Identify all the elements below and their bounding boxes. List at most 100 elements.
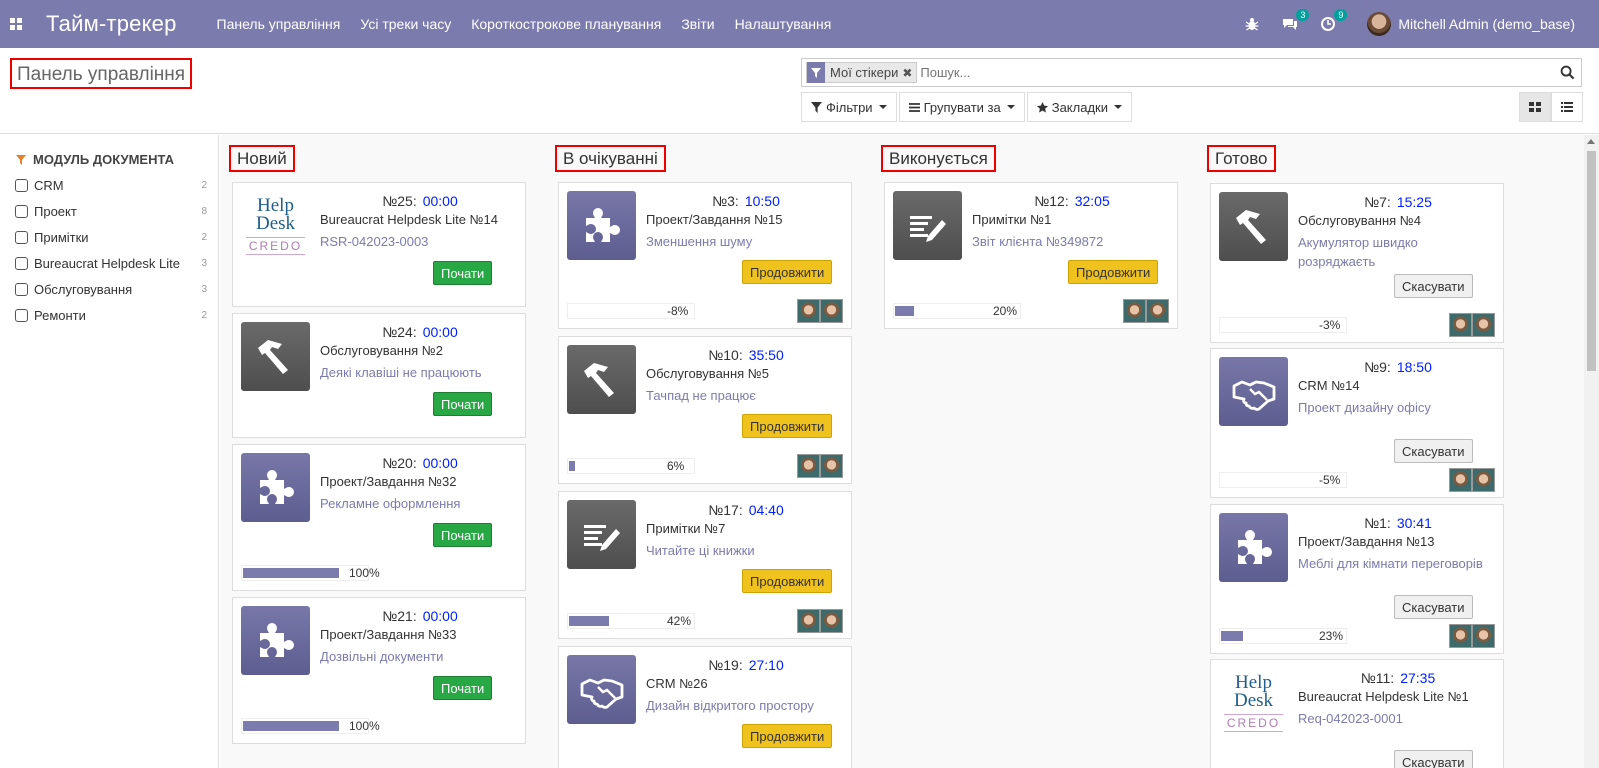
continue-button[interactable]: Продовжити: [742, 260, 833, 284]
search-input[interactable]: [920, 65, 1553, 80]
assignee-avatars: [797, 609, 844, 633]
search-facet: Мої стікери ✖: [806, 62, 918, 83]
favorites-button[interactable]: Закладки: [1026, 92, 1132, 122]
scroll-thumb[interactable]: [1587, 151, 1596, 371]
kanban-card[interactable]: №24: 00:00 Обслуговування №2 Деякі клавіші …: [232, 313, 526, 438]
avatar: [1123, 299, 1146, 323]
card-description[interactable]: Звіт клієнта №349872: [972, 232, 1172, 251]
card-description[interactable]: Проект дизайну офісу: [1298, 398, 1498, 417]
filters-button[interactable]: Фільтри: [801, 92, 897, 122]
card-description[interactable]: RSR-042023-0003: [320, 232, 520, 251]
checkbox[interactable]: [15, 282, 28, 296]
apps-menu-icon[interactable]: [0, 0, 32, 48]
kanban-card[interactable]: Help Desk CREDO №25: 00:00 Bureaucrat Helpdes…: [232, 182, 526, 307]
card-timer: 00:00: [422, 324, 458, 340]
kanban-card[interactable]: №1: 30:41 Проект/Завдання №13 Меблі для кім…: [1210, 504, 1504, 654]
assignee-avatars: [797, 299, 844, 323]
avatar: [797, 454, 820, 478]
caret-down-icon: [878, 105, 887, 109]
card-document: Bureaucrat Helpdesk Lite №1: [1298, 689, 1469, 704]
kanban-card[interactable]: №3: 10:50 Проект/Завдання №15 Зменшення шум…: [558, 182, 852, 329]
checkbox[interactable]: [15, 230, 28, 244]
puzzle-icon: [1219, 513, 1288, 582]
continue-button[interactable]: Продовжити: [1068, 260, 1159, 284]
avatar: [1472, 313, 1495, 337]
kanban-view-button[interactable]: [1519, 92, 1551, 122]
kanban-card[interactable]: №19: 27:10 CRM №26 Дизайн відкритого просто…: [558, 646, 852, 768]
checkbox[interactable]: [15, 178, 28, 192]
cancel-button[interactable]: Скасувати: [1394, 274, 1473, 298]
checkbox[interactable]: [15, 256, 28, 270]
card-timer: 00:00: [422, 193, 458, 209]
logo-subtext: CREDO: [1223, 713, 1284, 732]
card-description[interactable]: Рекламне оформлення: [320, 494, 520, 513]
kanban-card[interactable]: №21: 00:00 Проект/Завдання №33 Дозвільні до…: [232, 597, 526, 744]
progress-percent: -8%: [667, 304, 689, 318]
search-icon[interactable]: [1553, 65, 1581, 80]
card-description[interactable]: Тачпад не працює: [646, 386, 846, 405]
avatar: [797, 609, 820, 633]
continue-button[interactable]: Продовжити: [742, 724, 833, 748]
cancel-button[interactable]: Скасувати: [1394, 439, 1473, 463]
avatar: [820, 454, 843, 478]
facet-close-icon[interactable]: ✖: [902, 66, 916, 80]
scrollbar[interactable]: [1584, 135, 1599, 768]
start-button[interactable]: Почати: [433, 261, 493, 285]
scroll-up-arrow-icon[interactable]: [1587, 139, 1595, 144]
filter-helpdesk[interactable]: Bureaucrat Helpdesk Lite 3: [15, 253, 207, 273]
assignee-avatars: [1449, 624, 1496, 648]
checkbox[interactable]: [15, 308, 28, 322]
bug-icon[interactable]: [1243, 15, 1261, 33]
kanban-card[interactable]: №12: 32:05 Примітки №1 Звіт клієнта №349872…: [884, 182, 1178, 329]
user-menu[interactable]: Mitchell Admin (demo_base): [1367, 12, 1575, 36]
card-description[interactable]: Меблі для кімнати переговорів: [1298, 554, 1498, 573]
menu-short-planning[interactable]: Короткострокове планування: [471, 16, 661, 32]
card-number: №7:: [1364, 194, 1391, 210]
continue-button[interactable]: Продовжити: [742, 414, 833, 438]
menu-dashboard[interactable]: Панель управління: [217, 16, 341, 32]
card-description[interactable]: Акумулятор швидко розряджаєть: [1298, 233, 1498, 271]
card-description[interactable]: Деякі клавіші не працюють: [320, 363, 520, 382]
card-description[interactable]: Зменшення шуму: [646, 232, 846, 251]
cancel-button[interactable]: Скасувати: [1394, 595, 1473, 619]
menu-all-timesheets[interactable]: Усі треки часу: [360, 16, 451, 32]
list-view-button[interactable]: [1551, 92, 1583, 122]
card-description[interactable]: Дизайн відкритого простору: [646, 696, 846, 715]
activities-badge: 9: [1334, 9, 1348, 21]
kanban-card[interactable]: Help Desk CREDO №11: 27:35 Bureaucrat Helpdes…: [1210, 659, 1504, 768]
filter-icon: [807, 62, 825, 83]
start-button[interactable]: Почати: [433, 523, 493, 547]
card-timer: 32:05: [1074, 193, 1110, 209]
menu-settings[interactable]: Налаштування: [735, 16, 832, 32]
card-timer: 35:50: [748, 347, 784, 363]
filter-maintenance[interactable]: Обслуговування 3: [15, 279, 207, 299]
start-button[interactable]: Почати: [433, 676, 493, 700]
filter-project[interactable]: Проект 8: [15, 201, 207, 221]
hammer-icon: [1219, 192, 1288, 261]
messages-icon[interactable]: 3: [1281, 9, 1310, 33]
filter-label: Ремонти: [34, 307, 86, 323]
continue-button[interactable]: Продовжити: [742, 569, 833, 593]
activities-clock-icon[interactable]: 9: [1319, 9, 1348, 33]
filter-crm[interactable]: CRM 2: [15, 175, 207, 195]
menu-reports[interactable]: Звіти: [681, 16, 714, 32]
card-description[interactable]: Req-042023-0001: [1298, 709, 1498, 728]
groupby-button[interactable]: Групувати за: [898, 92, 1025, 122]
progress-percent: -5%: [1319, 473, 1341, 487]
top-navbar: Тайм-трекер Панель управління Усі треки …: [0, 0, 1599, 48]
cancel-button[interactable]: Скасувати: [1394, 750, 1473, 768]
filter-notes[interactable]: Примітки 2: [15, 227, 207, 247]
card-description[interactable]: Дозвільні документи: [320, 647, 520, 666]
card-description[interactable]: Читайте ці книжки: [646, 541, 846, 560]
start-button[interactable]: Почати: [433, 392, 493, 416]
kanban-card[interactable]: №7: 15:25 Обслуговування №4 Акумулятор швид…: [1210, 183, 1504, 343]
kanban-card[interactable]: №10: 35:50 Обслуговування №5 Тачпад не прац…: [558, 336, 852, 484]
kanban-card[interactable]: №20: 00:00 Проект/Завдання №32 Рекламне офо…: [232, 444, 526, 591]
checkbox[interactable]: [15, 204, 28, 218]
avatar: [797, 299, 820, 323]
kanban-card[interactable]: №17: 04:40 Примітки №7 Читайте ці книжки Про…: [558, 491, 852, 639]
filter-repairs[interactable]: Ремонти 2: [15, 305, 207, 325]
column-title-done: Готово: [1207, 145, 1276, 172]
kanban-card[interactable]: №9: 18:50 CRM №14 Проект дизайну офісу Скасу…: [1210, 348, 1504, 498]
avatar: [1472, 624, 1495, 648]
